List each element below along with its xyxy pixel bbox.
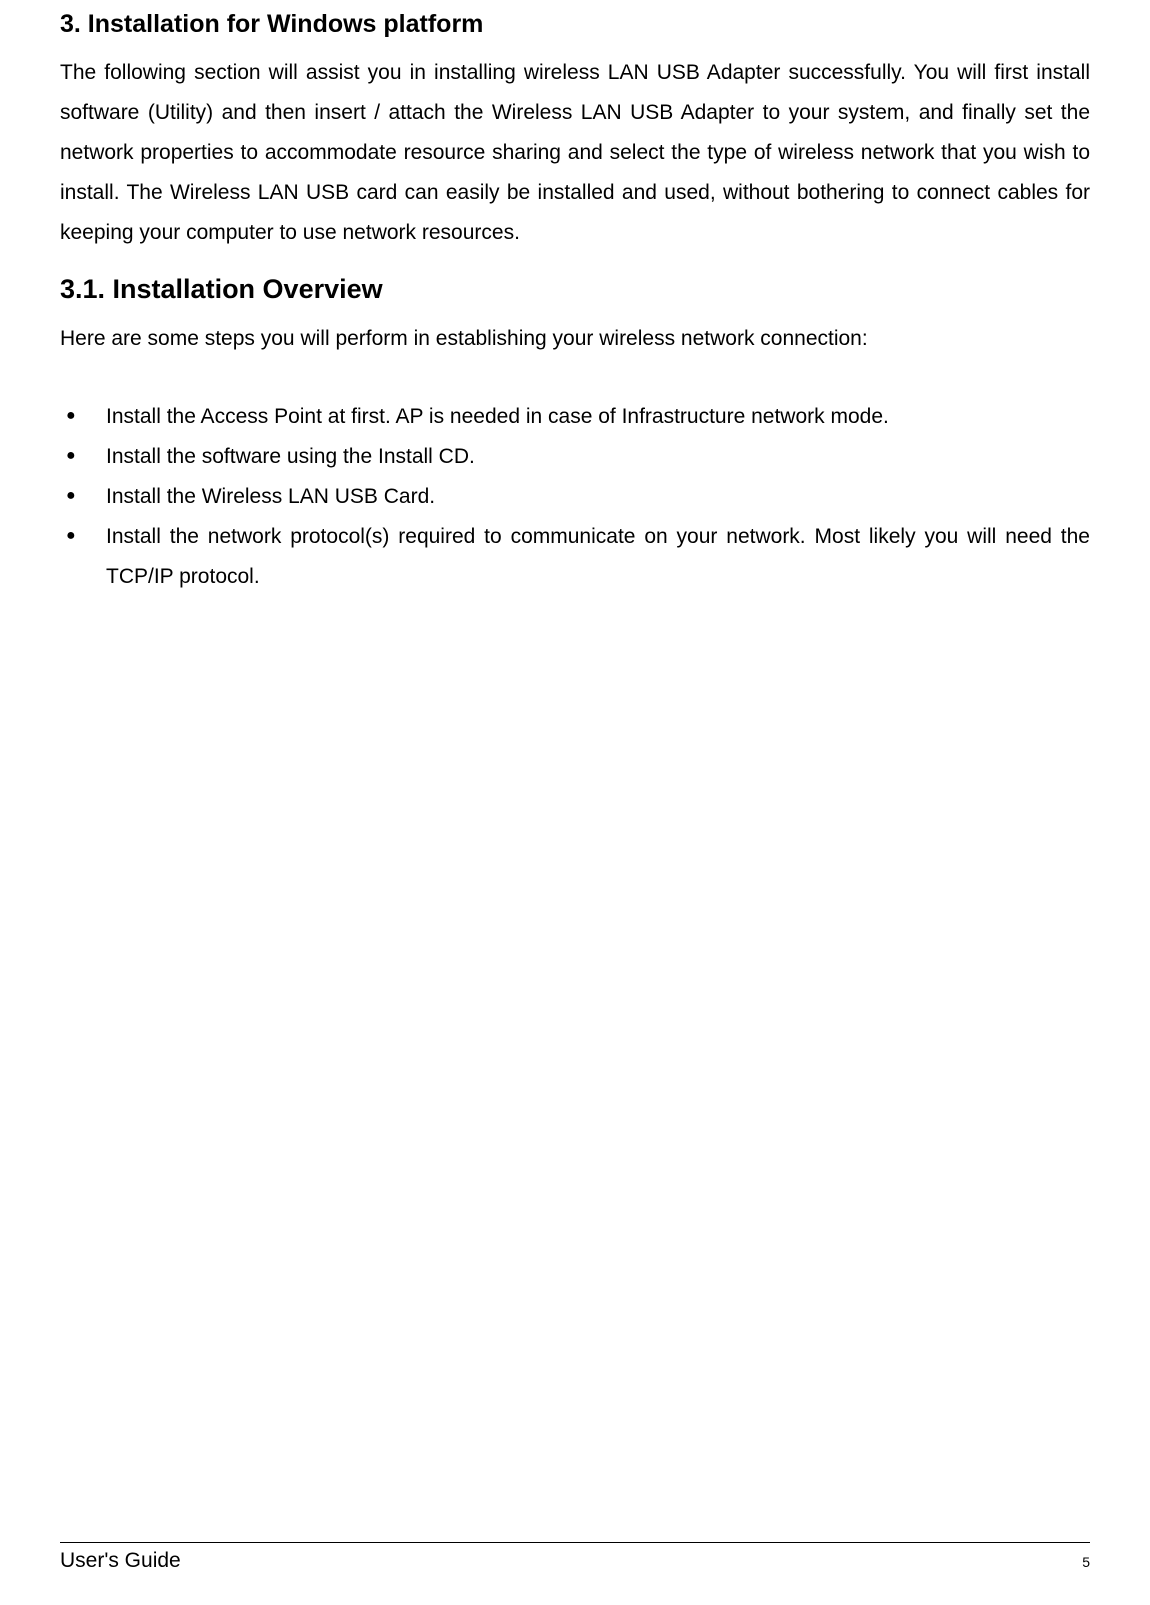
page-footer: User's Guide 5 <box>60 1542 1090 1573</box>
footer-guide-label: User's Guide <box>60 1549 181 1573</box>
section-3-paragraph: The following section will assist you in… <box>60 53 1090 252</box>
section-3-1-intro: Here are some steps you will perform in … <box>60 319 1090 359</box>
list-item: Install the network protocol(s) required… <box>60 517 1090 597</box>
list-item: Install the Wireless LAN USB Card. <box>60 477 1090 517</box>
bullet-list: Install the Access Point at first. AP is… <box>60 397 1090 596</box>
list-item: Install the software using the Install C… <box>60 437 1090 477</box>
section-3-1-heading: 3.1. Installation Overview <box>60 274 1090 305</box>
section-3-heading: 3. Installation for Windows platform <box>60 10 1090 39</box>
list-item: Install the Access Point at first. AP is… <box>60 397 1090 437</box>
footer-page-number: 5 <box>1082 1554 1090 1570</box>
